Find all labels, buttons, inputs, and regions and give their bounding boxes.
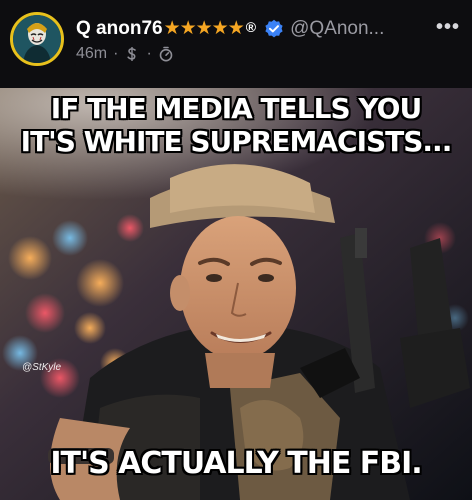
post-meta: 46m · · — [76, 45, 174, 63]
meme-top-line-1: IF THE MEDIA TELLS YOU — [50, 92, 422, 125]
author-display-name[interactable]: Q anon76 — [76, 18, 163, 40]
timestamp[interactable]: 46m — [76, 45, 107, 63]
meme-top-caption: IF THE MEDIA TELLS YOU IT'S WHITE SUPREM… — [0, 92, 472, 158]
meme-bottom-caption: IT'S ACTUALLY THE FBI. — [50, 446, 422, 481]
timer-icon — [158, 46, 174, 62]
cashtag-s-icon — [124, 46, 140, 62]
masked-figure-avatar-icon — [13, 15, 61, 63]
post-header: Q anon76 ★★★★★ ® @QAnon... ••• 46m · · — [0, 0, 472, 84]
meme-watermark: @StKyle — [22, 362, 62, 373]
avatar[interactable] — [10, 12, 64, 66]
more-options-icon[interactable]: ••• — [436, 16, 460, 39]
author-handle[interactable]: @QAnon... — [290, 18, 384, 40]
registered-mark: ® — [245, 18, 257, 35]
author-line: Q anon76 ★★★★★ ® @QAnon... — [76, 17, 384, 40]
separator-dot: · — [113, 45, 119, 62]
rating-stars: ★★★★★ — [163, 18, 245, 39]
verified-badge-icon — [264, 19, 284, 39]
meme-image[interactable]: IF THE MEDIA TELLS YOU IT'S WHITE SUPREM… — [0, 88, 472, 500]
separator-dot: · — [146, 45, 152, 62]
post-card: Q anon76 ★★★★★ ® @QAnon... ••• 46m · · I… — [0, 0, 472, 500]
meme-top-line-2: IT'S WHITE SUPREMACISTS... — [20, 125, 453, 158]
